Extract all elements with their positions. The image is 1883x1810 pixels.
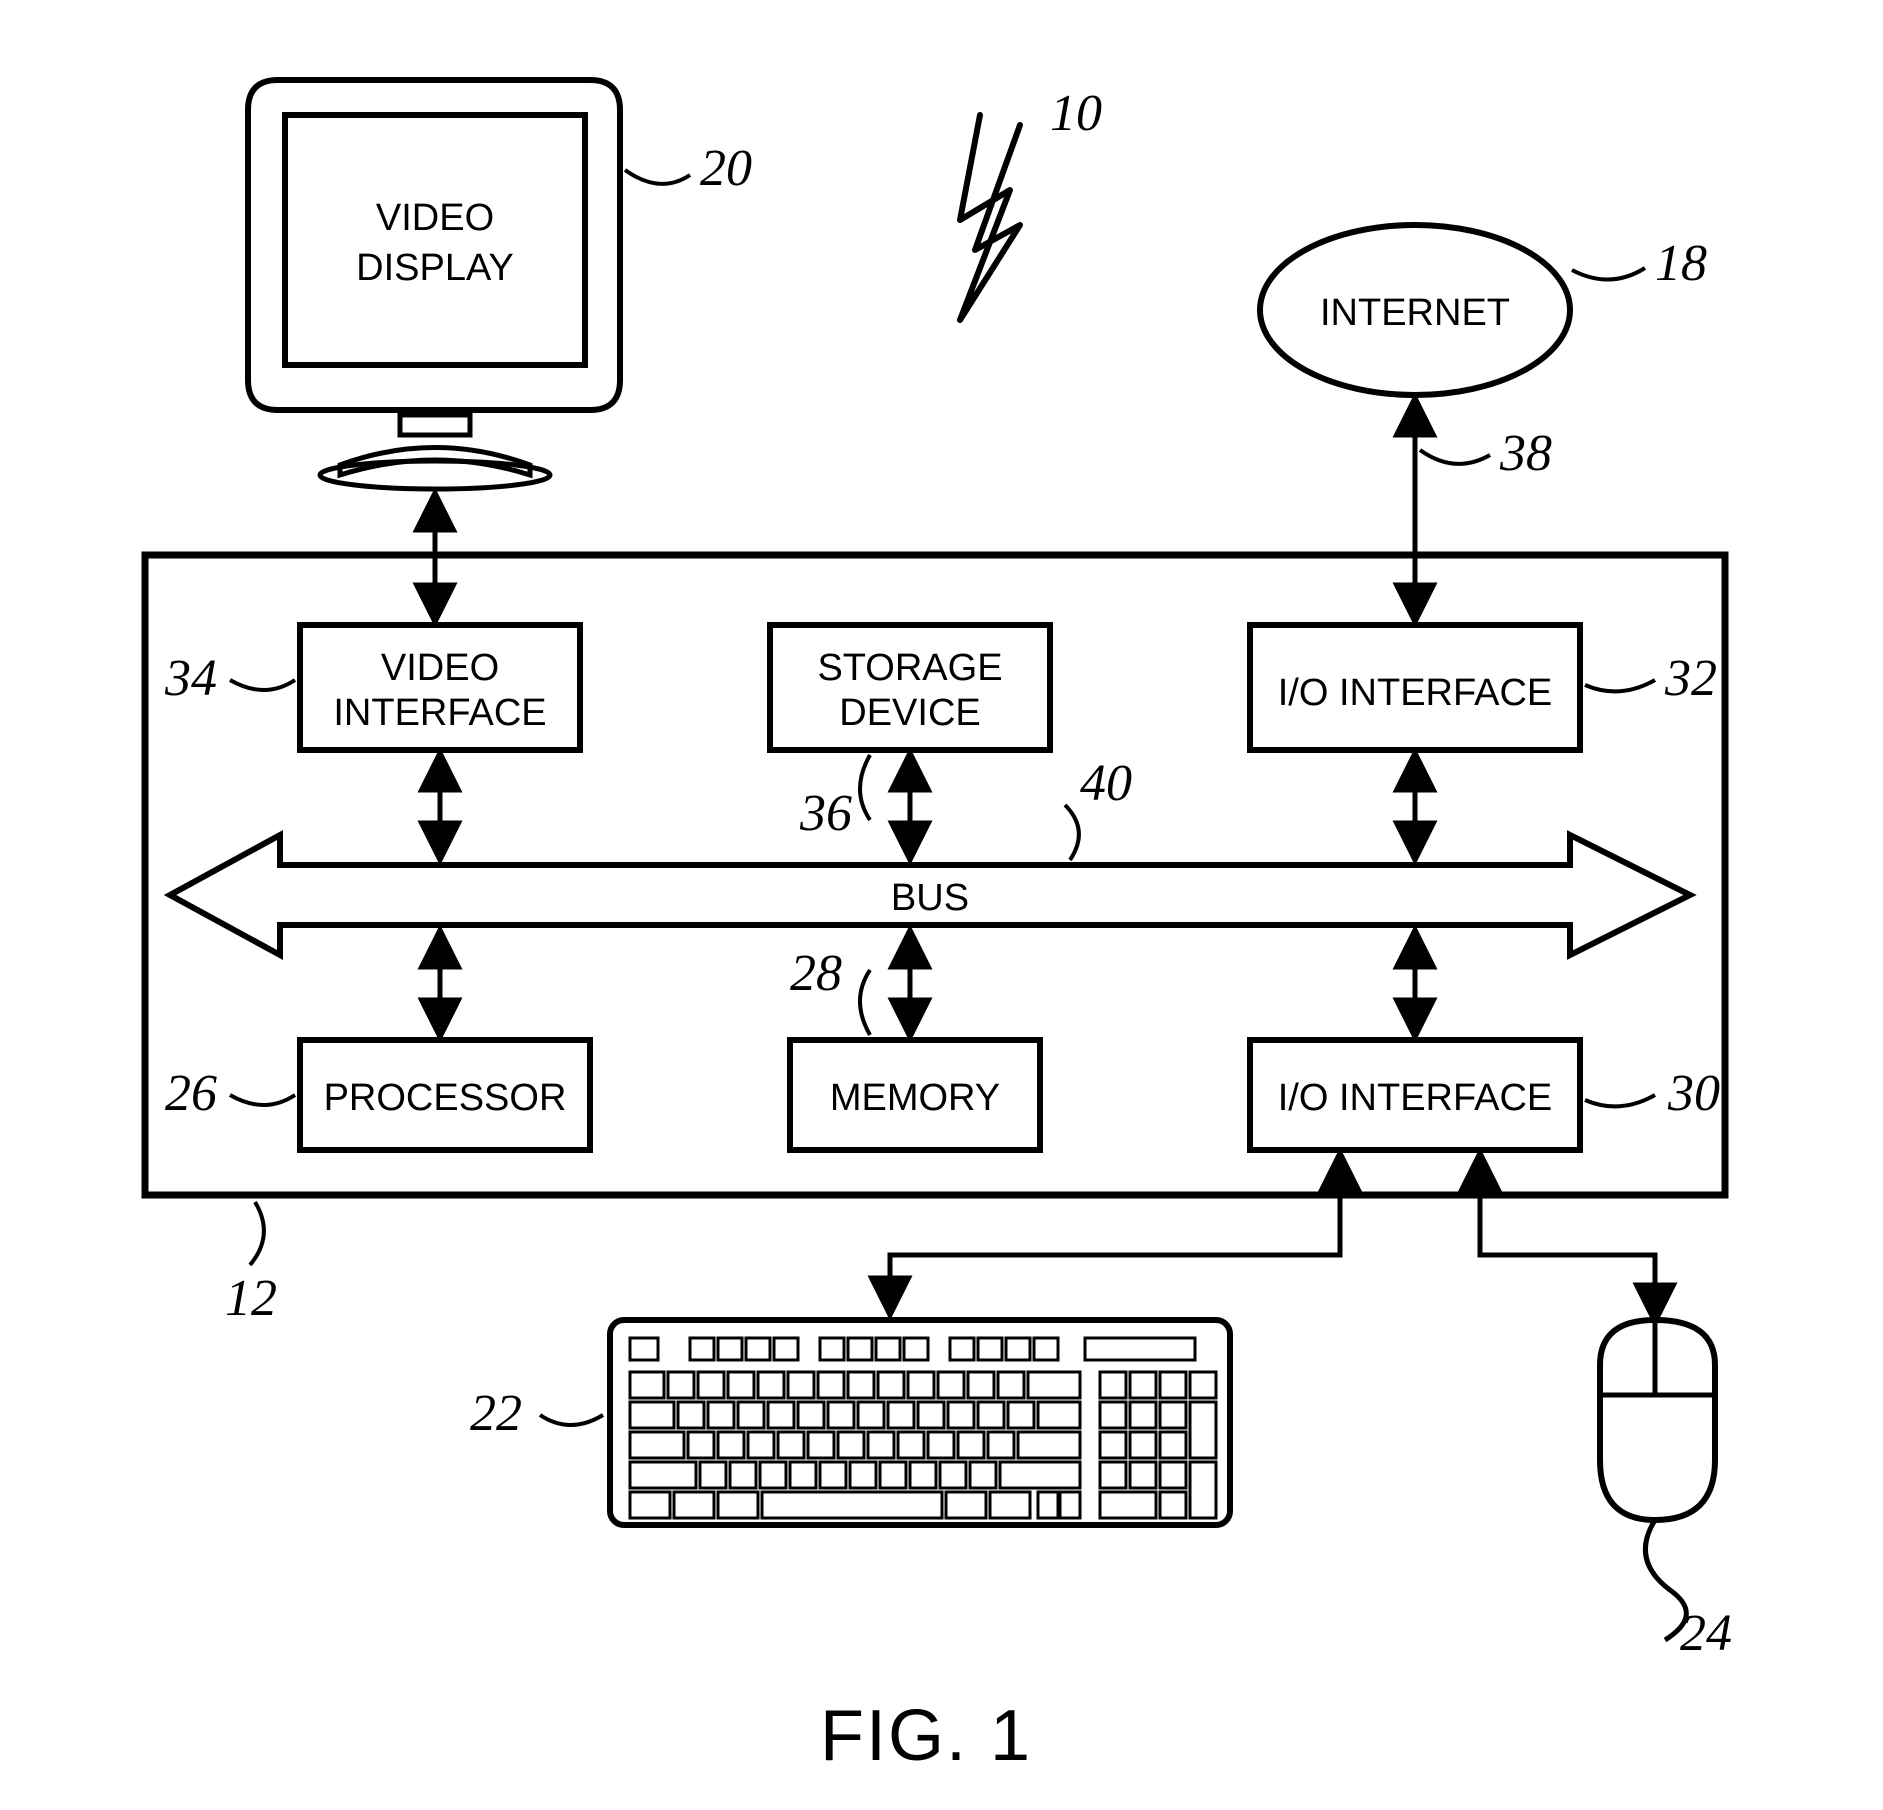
ref-28: 28 — [790, 945, 842, 1002]
io-interface-upper-label: I/O INTERFACE — [1278, 672, 1552, 714]
ref-10: 10 — [1050, 85, 1102, 142]
video-display-label-2: DISPLAY — [356, 247, 514, 289]
ref-32: 32 — [1664, 650, 1717, 707]
ref-20: 20 — [700, 140, 752, 197]
bus-label: BUS — [891, 877, 969, 919]
memory-node: MEMORY — [790, 1040, 1040, 1150]
ref-24: 24 — [1680, 1605, 1732, 1662]
figure-label: FIG. 1 — [820, 1696, 1032, 1776]
ref-18: 18 — [1655, 235, 1707, 292]
ref-26: 26 — [165, 1065, 217, 1122]
ref-38: 38 — [1499, 425, 1552, 482]
ref-12: 12 — [225, 1270, 277, 1327]
ref-36: 36 — [799, 785, 852, 842]
storage-device-label-1: STORAGE — [817, 647, 1002, 689]
diagram-figure-1: VIDEO DISPLAY 20 10 INTERNET 18 38 12 VI… — [0, 0, 1883, 1810]
internet-label: INTERNET — [1320, 292, 1510, 334]
video-interface-label-2: INTERFACE — [333, 692, 546, 734]
storage-device-node: STORAGE DEVICE — [770, 625, 1050, 750]
storage-device-label-2: DEVICE — [839, 692, 980, 734]
ref-22: 22 — [470, 1385, 522, 1442]
ref-30: 30 — [1667, 1065, 1720, 1122]
bus-node: BUS — [170, 835, 1690, 955]
video-interface-label-1: VIDEO — [381, 647, 499, 689]
io-interface-lower-node: I/O INTERFACE — [1250, 1040, 1580, 1150]
io-interface-lower-label: I/O INTERFACE — [1278, 1077, 1552, 1119]
ref-34: 34 — [164, 650, 217, 707]
keyboard-node — [610, 1320, 1230, 1525]
internet-node: INTERNET — [1260, 225, 1570, 395]
ref-40: 40 — [1080, 755, 1132, 812]
processor-label: PROCESSOR — [324, 1077, 567, 1119]
video-display-label-1: VIDEO — [376, 197, 494, 239]
mouse-node — [1600, 1320, 1715, 1640]
video-interface-node: VIDEO INTERFACE — [300, 625, 580, 750]
io-interface-upper-node: I/O INTERFACE — [1250, 625, 1580, 750]
processor-node: PROCESSOR — [300, 1040, 590, 1150]
memory-label: MEMORY — [830, 1077, 1000, 1119]
video-display-node: VIDEO DISPLAY — [248, 80, 620, 489]
